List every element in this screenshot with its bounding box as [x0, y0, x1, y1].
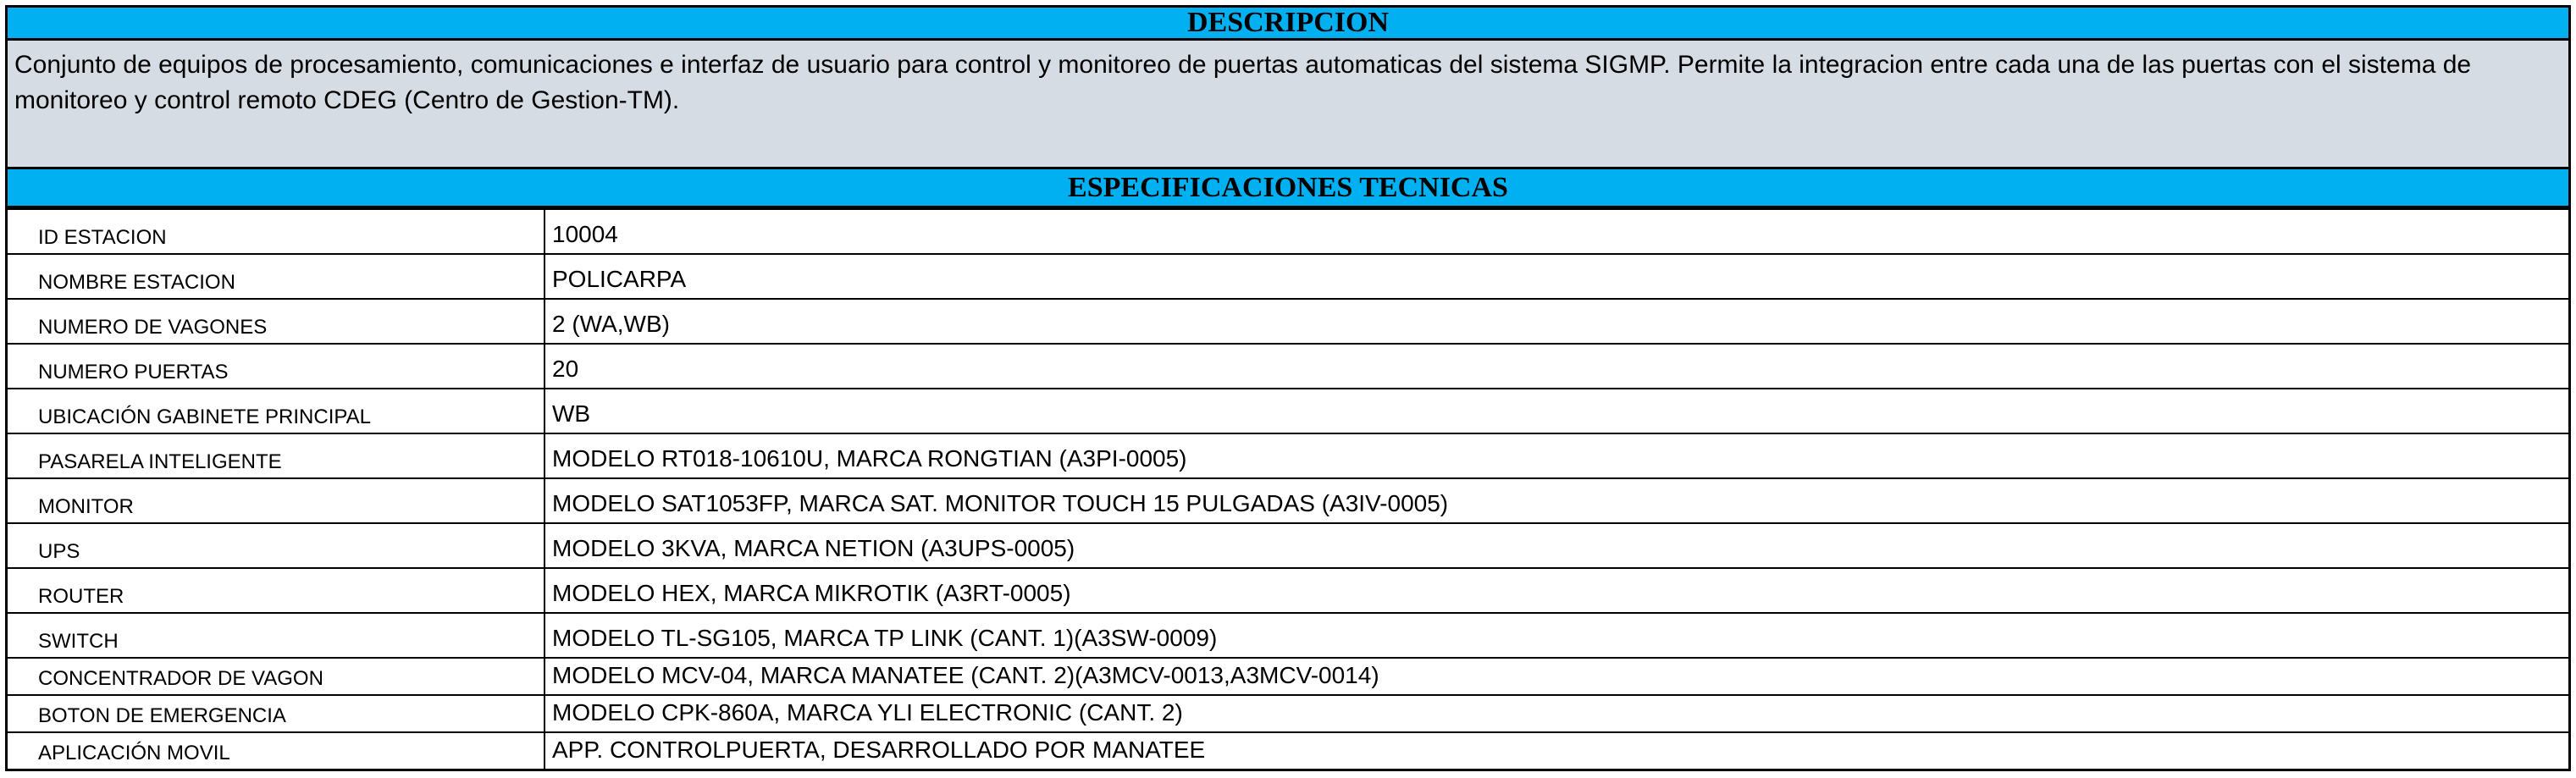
spec-value: MODELO RT018-10610U, MARCA RONGTIAN (A3P… [544, 433, 2571, 479]
spec-value: WB [544, 388, 2571, 434]
spec-value: POLICARPA [544, 253, 2571, 300]
descripcion-text: Conjunto de equipos de procesamiento, co… [5, 41, 2571, 169]
table-row: UBICACIÓN GABINETE PRINCIPAL WB [5, 388, 2571, 434]
spec-label: PASARELA INTELIGENTE [5, 433, 545, 479]
spec-label: NUMERO PUERTAS [5, 343, 545, 389]
table-row: BOTON DE EMERGENCIA MODELO CPK-860A, MAR… [5, 694, 2571, 733]
table-row: CONCENTRADOR DE VAGON MODELO MCV-04, MAR… [5, 657, 2571, 696]
spec-label: ROUTER [5, 567, 545, 614]
spec-value: MODELO MCV-04, MARCA MANATEE (CANT. 2)(A… [544, 657, 2571, 696]
spec-value: MODELO HEX, MARCA MIKROTIK (A3RT-0005) [544, 567, 2571, 614]
table-row: APLICACIÓN MOVIL APP. CONTROLPUERTA, DES… [5, 731, 2571, 770]
spec-sheet: DESCRIPCION Conjunto de equipos de proce… [5, 5, 2571, 771]
table-row: UPS MODELO 3KVA, MARCA NETION (A3UPS-000… [5, 522, 2571, 569]
spec-label: MONITOR [5, 477, 545, 524]
spec-label: APLICACIÓN MOVIL [5, 731, 545, 770]
spec-label: NOMBRE ESTACION [5, 253, 545, 300]
table-row: NUMERO DE VAGONES 2 (WA,WB) [5, 298, 2571, 345]
spec-table: ID ESTACION 10004 NOMBRE ESTACION POLICA… [5, 208, 2571, 771]
spec-label: SWITCH [5, 612, 545, 659]
spec-value: APP. CONTROLPUERTA, DESARROLLADO POR MAN… [544, 731, 2571, 770]
spec-value: MODELO TL-SG105, MARCA TP LINK (CANT. 1)… [544, 612, 2571, 659]
table-row: PASARELA INTELIGENTE MODELO RT018-10610U… [5, 433, 2571, 479]
spec-value: 2 (WA,WB) [544, 298, 2571, 345]
table-row: MONITOR MODELO SAT1053FP, MARCA SAT. MON… [5, 477, 2571, 524]
spec-value: MODELO CPK-860A, MARCA YLI ELECTRONIC (C… [544, 694, 2571, 733]
spec-label: BOTON DE EMERGENCIA [5, 694, 545, 733]
table-row: NUMERO PUERTAS 20 [5, 343, 2571, 389]
table-row: ROUTER MODELO HEX, MARCA MIKROTIK (A3RT-… [5, 567, 2571, 614]
table-row: ID ESTACION 10004 [5, 208, 2571, 255]
spec-label: NUMERO DE VAGONES [5, 298, 545, 345]
table-row: NOMBRE ESTACION POLICARPA [5, 253, 2571, 300]
spec-label: CONCENTRADOR DE VAGON [5, 657, 545, 696]
spec-value: 10004 [544, 208, 2571, 255]
spec-label: UBICACIÓN GABINETE PRINCIPAL [5, 388, 545, 434]
spec-value: MODELO SAT1053FP, MARCA SAT. MONITOR TOU… [544, 477, 2571, 524]
descripcion-header: DESCRIPCION [5, 5, 2571, 41]
spec-value: 20 [544, 343, 2571, 389]
spec-value: MODELO 3KVA, MARCA NETION (A3UPS-0005) [544, 522, 2571, 569]
especificaciones-header: ESPECIFICACIONES TECNICAS [5, 169, 2571, 208]
spec-label: UPS [5, 522, 545, 569]
table-row: SWITCH MODELO TL-SG105, MARCA TP LINK (C… [5, 612, 2571, 659]
spec-label: ID ESTACION [5, 208, 545, 255]
